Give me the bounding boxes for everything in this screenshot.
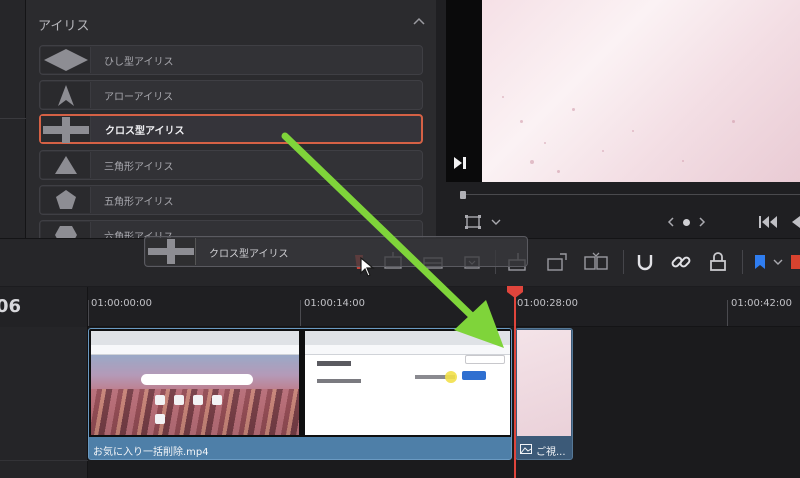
cross-iris-icon (43, 117, 89, 143)
viewer-image (482, 0, 800, 182)
mouse-cursor-icon (360, 257, 375, 277)
image-clip[interactable]: ご視... (515, 328, 573, 460)
clip-thumbnail (305, 331, 510, 435)
ruler-tick (300, 300, 301, 326)
chevron-down-icon[interactable] (490, 217, 502, 227)
transition-item-pentagon-iris[interactable]: 五角形アイリス (39, 185, 423, 215)
flag-marker-icon[interactable] (754, 251, 766, 273)
scrubber-handle[interactable] (460, 191, 466, 199)
triangle-iris-icon (55, 156, 77, 174)
image-icon (520, 444, 532, 454)
ruler-tick (88, 300, 89, 326)
ruler-timecode: 01:00:28:00 (517, 298, 579, 309)
transition-item-arrow-iris[interactable]: アローアイリス (39, 80, 423, 110)
drag-ghost-label: クロス型アイリス (209, 249, 289, 260)
playhead-handle[interactable] (507, 286, 523, 298)
hexagon-iris-icon (55, 226, 77, 238)
play-marker-icon (454, 157, 466, 169)
clip-thumbnail (517, 330, 571, 436)
linked-selection-icon[interactable] (670, 251, 692, 273)
drag-ghost-cross-iris: クロス型アイリス (144, 236, 528, 267)
transition-item-label: 三角形アイリス (104, 162, 174, 173)
snapping-magnet-icon[interactable] (634, 251, 656, 273)
transition-item-diamond-iris[interactable]: ひし型アイリス (39, 45, 423, 75)
crop-icon[interactable] (464, 214, 482, 230)
timeline-timecode-area: 06 (0, 287, 88, 327)
diamond-iris-icon (44, 49, 88, 71)
transitions-panel: アイリス ひし型アイリス アローアイリス クロス型アイリス 三角形アイリス 五角… (26, 0, 436, 238)
chevron-up-icon[interactable] (412, 15, 426, 29)
cross-iris-icon (148, 239, 194, 264)
transition-item-triangle-iris[interactable]: 三角形アイリス (39, 150, 423, 180)
transition-item-label: アローアイリス (104, 92, 174, 103)
rewind-icon[interactable] (789, 215, 800, 229)
chevron-left-icon[interactable] (666, 216, 676, 228)
marker-icon[interactable] (790, 251, 800, 273)
track-headers (0, 327, 88, 478)
lock-icon[interactable] (707, 251, 729, 273)
page-dot (683, 219, 690, 226)
ruler-timecode: 01:00:00:00 (91, 298, 153, 309)
playhead[interactable] (514, 292, 516, 478)
left-strip (0, 0, 26, 238)
viewer-scrubber[interactable] (462, 194, 800, 195)
transition-item-label: 五角形アイリス (104, 197, 174, 208)
append-clip-icon[interactable] (546, 251, 570, 273)
clip-name: ご視... (536, 447, 566, 458)
transition-item-label: ひし型アイリス (104, 57, 174, 68)
timecode: 06 (0, 296, 22, 317)
ruler-tick (727, 300, 728, 326)
arrow-iris-icon (58, 85, 74, 106)
transition-item-cross-iris[interactable]: クロス型アイリス (39, 114, 423, 144)
chevron-down-icon[interactable] (772, 251, 784, 273)
ruler-timecode: 01:00:14:00 (304, 298, 366, 309)
clip-name: お気に入り一括削除.mp4 (93, 447, 209, 458)
ripple-overwrite-icon[interactable] (583, 251, 609, 273)
iris-section-header[interactable]: アイリス (26, 0, 436, 46)
pentagon-iris-icon (56, 190, 76, 209)
clip-thumbnail (91, 331, 299, 435)
section-title: アイリス (38, 19, 90, 34)
go-to-start-icon[interactable] (758, 215, 778, 229)
timeline-ruler[interactable] (88, 287, 800, 327)
ruler-timecode: 01:00:42:00 (731, 298, 793, 309)
chevron-right-icon[interactable] (697, 216, 707, 228)
transition-item-label: クロス型アイリス (105, 126, 185, 137)
